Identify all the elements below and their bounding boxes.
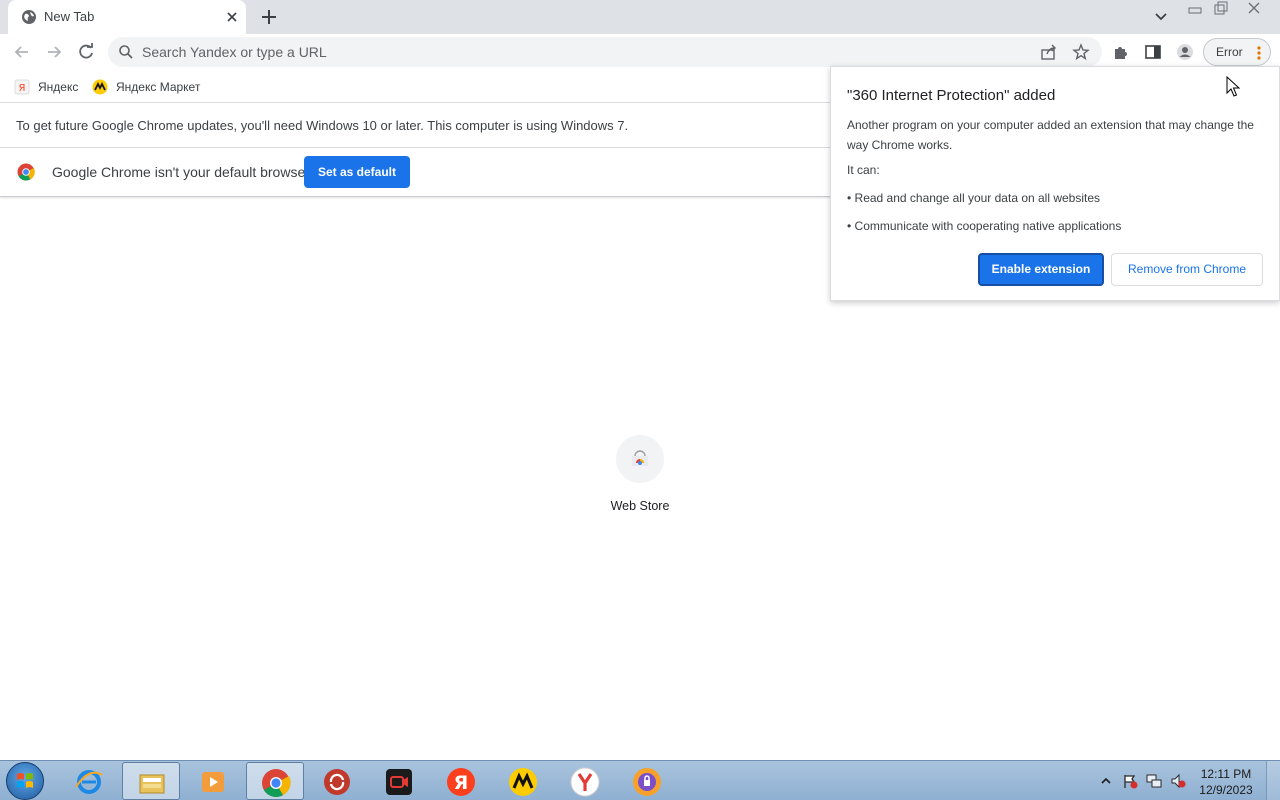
new-tab-button[interactable] [259,7,279,27]
tab-search-chevron-icon[interactable] [1152,8,1170,26]
shortcut-label: Web Store [610,499,670,513]
bookmark-yandex[interactable]: Я Яндекс [14,77,78,97]
extensions-puzzle-icon[interactable] [1112,43,1130,61]
bookmark-label: Яндекс [38,80,79,94]
web-store-icon [632,450,648,466]
internet-explorer-icon [75,770,103,794]
close-icon[interactable] [224,9,240,25]
dialog-permission-item: • Communicate with cooperating native ap… [847,219,1122,233]
profile-avatar-icon[interactable] [1176,43,1194,61]
tray-expand-icon[interactable] [1098,773,1114,789]
taskbar-app-yandex[interactable]: Я [432,762,490,800]
video-camera-icon [386,769,412,795]
taskbar-app-file-explorer[interactable] [122,762,180,800]
dialog-permission-item: • Read and change all your data on all w… [847,191,1101,205]
taskbar-app-internet-explorer[interactable] [60,762,118,800]
extension-added-dialog: "360 Internet Protection" added Another … [830,66,1280,301]
clock-time: 12:11 PM [1200,767,1252,781]
taskbar-app-screen-recorder[interactable] [370,762,428,800]
remove-from-chrome-button[interactable]: Remove from Chrome [1111,253,1263,286]
windows-logo-icon [17,773,33,788]
taskbar-app-yandex-market[interactable] [494,762,552,800]
toolbar: Search Yandex or type a URL Error [0,34,1280,70]
reload-icon[interactable] [76,42,96,62]
folder-icon [139,774,165,794]
taskbar-app-yandex-browser[interactable] [556,762,614,800]
search-icon [119,45,133,59]
shortcut-web-store[interactable]: Web Store [590,432,690,522]
svg-text:Я: Я [19,83,26,94]
taskbar-app-chrome[interactable] [246,762,304,800]
taskbar-app-vpn-shield[interactable] [618,762,676,800]
volume-muted-icon[interactable] [1170,773,1186,789]
show-desktop-button[interactable] [1266,761,1280,800]
address-bar[interactable]: Search Yandex or type a URL [108,37,1102,67]
clock-date: 12/9/2023 [1199,783,1253,797]
network-icon[interactable] [1146,773,1162,789]
share-icon[interactable] [1040,43,1058,61]
address-placeholder: Search Yandex or type a URL [142,44,327,60]
error-label: Error [1216,45,1243,59]
svg-text:Я: Я [454,772,469,794]
yandex-icon: Я [14,79,30,95]
chrome-icon [262,769,291,797]
minimize-icon[interactable] [1184,0,1206,18]
bookmark-star-icon[interactable] [1072,43,1090,61]
clock[interactable]: 12:11 PM 12/9/2023 [1196,766,1256,798]
menu-dots-icon[interactable] [1257,45,1261,61]
tab-new-tab[interactable]: New Tab [8,0,246,34]
shortcut-icon-circle [616,435,664,483]
media-player-icon [202,772,224,792]
default-browser-text: Google Chrome isn't your default browser [52,164,310,180]
tab-title: New Tab [44,9,95,24]
dialog-can-label: It can: [847,163,880,177]
taskbar-app-media-player[interactable] [184,762,242,800]
yandex-market-icon [92,79,108,95]
tab-strip: New Tab [0,0,1280,34]
dialog-description: Another program on your computer added a… [847,118,1254,152]
yandex-icon: Я [447,768,475,796]
back-icon[interactable] [12,42,32,62]
taskbar: Я 12:11 PM 12/9/2023 [0,760,1280,800]
restore-icon[interactable] [1209,0,1231,18]
mouse-cursor-icon [1226,76,1240,97]
taskbar-app-red-arrows[interactable] [308,762,366,800]
enable-extension-button[interactable]: Enable extension [978,253,1104,286]
shield-icon [633,768,661,796]
forward-icon[interactable] [44,42,64,62]
bookmark-label: Яндекс Маркет [116,80,201,94]
set-as-default-button[interactable]: Set as default [304,156,410,188]
dialog-title: "360 Internet Protection" added [847,87,1056,104]
chrome-logo-icon [17,163,35,181]
red-arrows-icon [324,769,350,795]
update-infobar-text: To get future Google Chrome updates, you… [16,118,629,133]
action-center-flag-icon[interactable] [1122,773,1138,789]
profile-error-button[interactable]: Error [1203,38,1271,66]
bookmark-yandex-market[interactable]: Яндекс Маркет [92,77,200,97]
side-panel-icon[interactable] [1144,43,1162,61]
yandex-browser-icon [570,767,600,797]
yandex-market-icon [509,768,537,796]
globe-icon [22,10,36,24]
start-button[interactable] [6,762,44,800]
window-close-icon[interactable] [1243,0,1265,18]
